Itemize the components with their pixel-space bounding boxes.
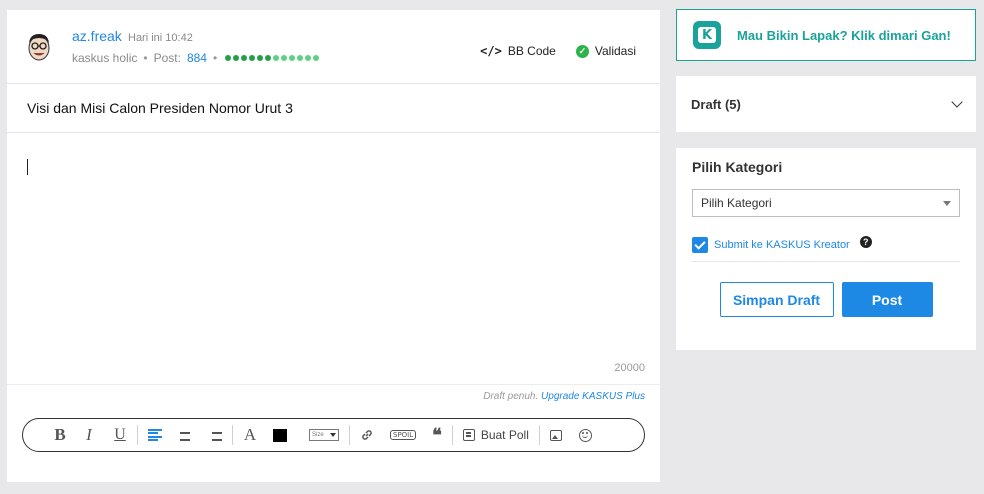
category-selected-value: Pilih Kategori bbox=[701, 196, 772, 210]
reputation-bar bbox=[225, 55, 320, 61]
font-size-label: Size bbox=[312, 432, 324, 438]
create-poll-button[interactable]: Buat Poll bbox=[462, 428, 529, 442]
post-body-textarea[interactable]: 20000 bbox=[7, 133, 660, 385]
code-icon: </> bbox=[480, 44, 502, 58]
kaskus-logo-icon: K bbox=[693, 21, 721, 49]
reputation-dot bbox=[305, 55, 312, 61]
reputation-dot bbox=[297, 55, 304, 61]
post-editor: az.freak Hari ini 10:42 kaskus holic • P… bbox=[7, 10, 660, 482]
lapak-banner-text: Mau Bikin Lapak? Klik dimari Gan! bbox=[737, 27, 951, 43]
bbcode-label: BB Code bbox=[507, 44, 556, 58]
reputation-dot bbox=[241, 55, 248, 61]
kreator-label[interactable]: Submit ke KASKUS Kreator bbox=[714, 239, 850, 251]
check-circle-icon: ✓ bbox=[575, 44, 589, 58]
user-rank: kaskus holic bbox=[72, 51, 138, 65]
reputation-dot bbox=[233, 55, 240, 61]
text-caret bbox=[27, 159, 28, 175]
kreator-option: Submit ke KASKUS Kreator ? bbox=[692, 236, 960, 262]
post-time: Hari ini 10:42 bbox=[128, 32, 193, 44]
post-button[interactable]: Post bbox=[841, 282, 933, 317]
formatting-toolbar: B I U A Size SPOIL ❝ Buat Poll bbox=[22, 418, 645, 452]
user-meta: kaskus holic • Post: 884 • bbox=[72, 51, 320, 65]
upgrade-kaskus-plus-link[interactable]: Upgrade KASKUS Plus bbox=[541, 391, 645, 402]
validasi-button[interactable]: ✓ Validasi bbox=[575, 44, 636, 58]
toolbar-divider bbox=[137, 425, 138, 445]
draft-dropdown[interactable]: Draft (5) bbox=[676, 76, 976, 132]
username-link[interactable]: az.freak bbox=[72, 28, 122, 44]
category-title: Pilih Kategori bbox=[692, 159, 783, 175]
user-header: az.freak Hari ini 10:42 kaskus holic • P… bbox=[7, 10, 660, 84]
dropdown-arrow-icon bbox=[943, 200, 951, 206]
chevron-down-icon bbox=[951, 96, 963, 108]
reputation-dot bbox=[225, 55, 232, 61]
meta-separator: • bbox=[212, 51, 218, 65]
align-right-button[interactable] bbox=[208, 429, 222, 441]
thread-title-input[interactable]: Visi dan Misi Calon Presiden Nomor Urut … bbox=[7, 84, 660, 133]
italic-button[interactable]: I bbox=[82, 425, 96, 445]
help-icon[interactable]: ? bbox=[859, 236, 872, 248]
post-label: Post: bbox=[153, 51, 181, 65]
validasi-label: Validasi bbox=[594, 44, 636, 58]
editor-mode-tools: </> BB Code ✓ Validasi bbox=[480, 44, 636, 58]
save-draft-button[interactable]: Simpan Draft bbox=[719, 282, 834, 317]
align-left-button[interactable] bbox=[148, 429, 162, 441]
draft-full-text: Draft penuh. bbox=[483, 391, 539, 402]
emoji-icon[interactable] bbox=[578, 428, 592, 442]
meta-separator: • bbox=[143, 51, 148, 65]
toolbar-divider bbox=[349, 425, 350, 445]
toolbar-divider bbox=[232, 425, 233, 445]
font-size-select[interactable]: Size bbox=[309, 429, 339, 441]
align-center-button[interactable] bbox=[178, 429, 192, 441]
toolbar-divider bbox=[538, 425, 540, 445]
action-buttons: Simpan Draft Post bbox=[692, 282, 960, 317]
quote-icon[interactable]: ❝ bbox=[432, 425, 442, 446]
user-avatar[interactable] bbox=[26, 31, 52, 63]
post-count[interactable]: 884 bbox=[187, 51, 207, 65]
thread-title-text: Visi dan Misi Calon Presiden Nomor Urut … bbox=[27, 100, 293, 116]
reputation-dot bbox=[249, 55, 256, 61]
poll-label: Buat Poll bbox=[480, 428, 529, 442]
kreator-checkbox[interactable] bbox=[692, 237, 708, 253]
link-icon[interactable] bbox=[360, 428, 374, 442]
reputation-dot bbox=[313, 55, 320, 61]
bold-button[interactable]: B bbox=[53, 425, 67, 445]
image-icon[interactable] bbox=[549, 429, 562, 441]
font-button[interactable]: A bbox=[243, 425, 257, 445]
category-panel: Pilih Kategori Pilih Kategori Submit ke … bbox=[676, 148, 976, 350]
char-counter: 20000 bbox=[614, 362, 645, 374]
category-select[interactable]: Pilih Kategori bbox=[692, 189, 960, 217]
create-lapak-banner[interactable]: K Mau Bikin Lapak? Klik dimari Gan! bbox=[676, 9, 976, 61]
draft-label: Draft (5) bbox=[691, 96, 741, 112]
reputation-dot bbox=[273, 55, 280, 61]
toolbar-divider bbox=[451, 425, 453, 445]
text-color-button[interactable] bbox=[273, 428, 287, 442]
draft-note: Draft penuh. Upgrade KASKUS Plus bbox=[7, 385, 660, 402]
underline-button[interactable]: U bbox=[113, 425, 127, 445]
poll-icon bbox=[462, 429, 475, 441]
reputation-dot bbox=[265, 55, 272, 61]
dropdown-arrow-icon bbox=[330, 433, 336, 437]
bbcode-button[interactable]: </> BB Code bbox=[480, 44, 556, 58]
spoiler-button[interactable]: SPOIL bbox=[390, 430, 417, 440]
reputation-dot bbox=[281, 55, 288, 61]
reputation-dot bbox=[257, 55, 264, 61]
reputation-dot bbox=[289, 55, 296, 61]
